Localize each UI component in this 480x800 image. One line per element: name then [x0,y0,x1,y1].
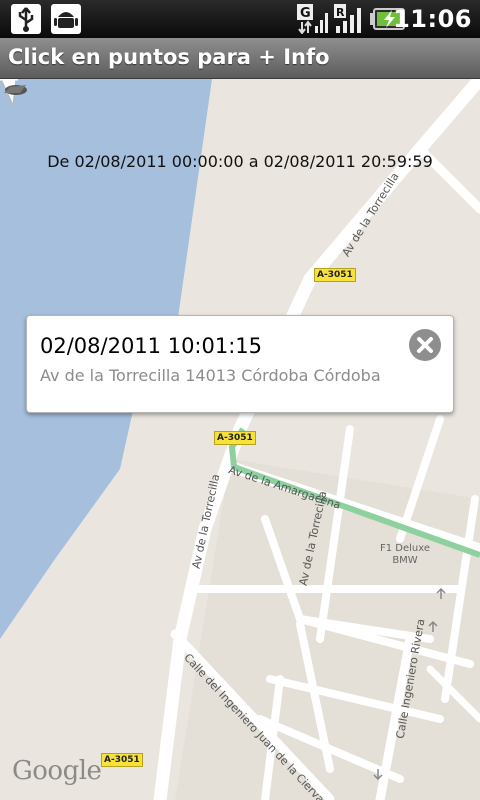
poi-label: F1 Deluxe BMW [380,543,430,567]
title-bar: Click en puntos para + Info [0,38,480,79]
poi-brand: BMW [392,555,418,566]
gprs-signal-icon: G [297,4,328,35]
usb-icon [11,4,41,34]
status-bar: G R 11:06 [0,0,480,38]
status-clock: 11:06 [393,5,472,33]
android-debug-icon [51,4,81,34]
google-logo: Google [12,756,102,786]
road-shield-a3051: A-3051 [314,268,356,282]
location-marker-icon[interactable] [0,79,30,101]
close-icon [417,337,433,353]
svg-text:G: G [300,6,311,21]
page-title: Click en puntos para + Info [8,45,330,69]
date-range-text: De 02/08/2011 00:00:00 a 02/08/2011 20:5… [47,152,433,171]
roaming-signal-icon: R [334,4,364,34]
close-balloon-button[interactable] [409,329,441,361]
poi-name: F1 Deluxe [380,543,431,554]
info-balloon[interactable]: 02/08/2011 10:01:15 Av de la Torrecilla … [26,315,454,413]
road-shield-a3051: A-3051 [101,753,143,767]
svg-text:R: R [336,6,345,19]
balloon-timestamp: 02/08/2011 10:01:15 [40,334,263,358]
road-shield-a3051: A-3051 [214,431,256,445]
balloon-address: Av de la Torrecilla 14013 Córdoba Córdob… [40,366,381,385]
map-view[interactable]: De 02/08/2011 00:00:00 a 02/08/2011 20:5… [0,79,480,800]
